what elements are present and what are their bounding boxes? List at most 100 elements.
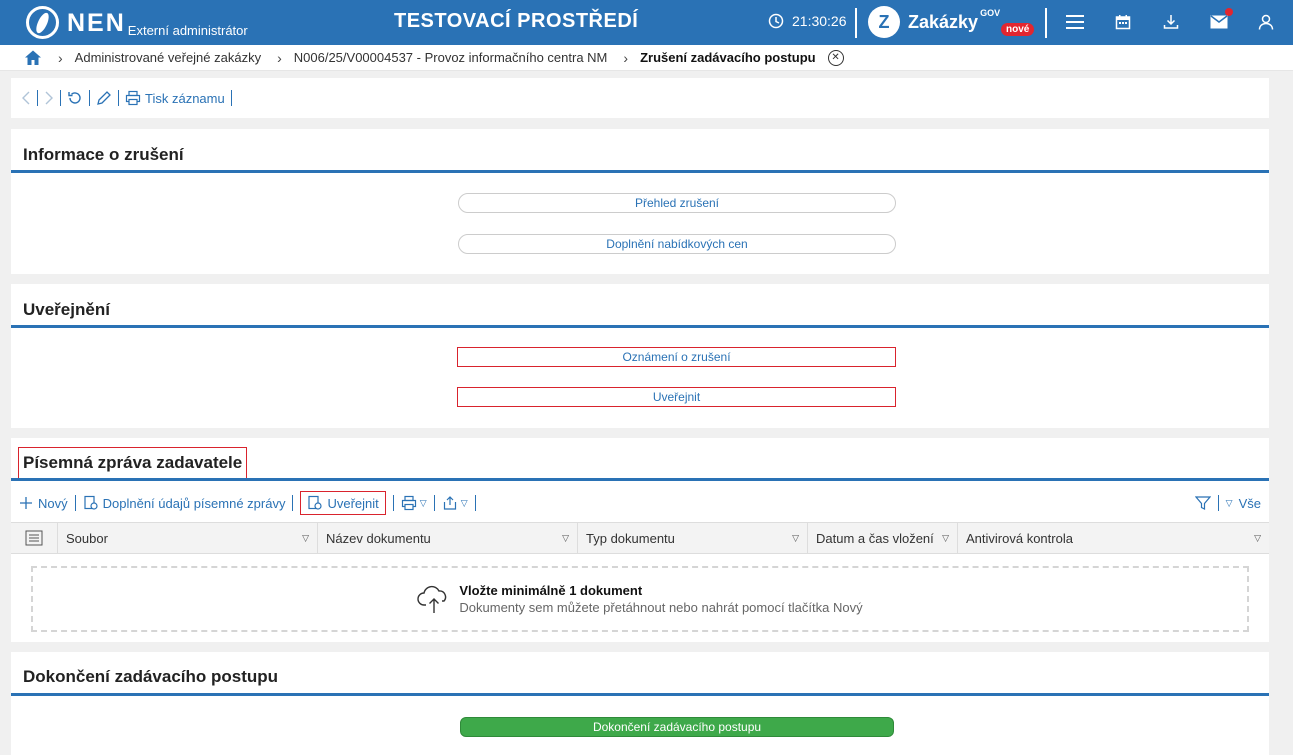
divider: [230, 90, 232, 106]
cancellation-notice-button[interactable]: Oznámení o zrušení: [457, 347, 896, 367]
print-menu-button[interactable]: ▽: [401, 495, 427, 511]
caret-down-icon: ▽: [419, 497, 427, 508]
section-rule: [11, 170, 1269, 173]
section-rule: [11, 478, 1269, 481]
section-title: Uveřejnění: [23, 300, 110, 319]
edit-icon[interactable]: [96, 90, 112, 106]
print-record-button[interactable]: Tisk záznamu: [125, 90, 225, 106]
section-title: Dokončení zadávacího postupu: [23, 667, 279, 686]
publish-report-button[interactable]: Uveřejnit: [300, 491, 386, 515]
drop-zone-subtitle: Dokumenty sem můžete přetáhnout nebo nah…: [459, 600, 863, 615]
divider: [474, 495, 476, 511]
new-document-button[interactable]: Nový: [19, 496, 68, 511]
column-header-document-type[interactable]: Typ dokumentu ▽: [578, 523, 808, 553]
user-role: Externí administrátor: [127, 23, 248, 38]
section-rule: [11, 325, 1269, 328]
filter-all-dropdown[interactable]: ▽ Vše: [1226, 496, 1261, 511]
column-header-document-name[interactable]: Název dokumentu ▽: [318, 523, 578, 553]
bid-prices-button[interactable]: Doplnění nabídkových cen: [458, 234, 896, 254]
column-header-file[interactable]: Soubor ▽: [58, 523, 318, 553]
document-drop-zone[interactable]: Vložte minimálně 1 dokument Dokumenty se…: [31, 566, 1249, 632]
divider: [392, 495, 394, 511]
fill-report-data-button[interactable]: Doplnění údajů písemné zprávy: [83, 495, 286, 511]
divider: [74, 495, 76, 511]
divider: [60, 90, 61, 106]
zakazky-logo-icon: Z: [868, 6, 900, 38]
chevron-right-icon: ›: [58, 49, 63, 66]
divider: [37, 90, 38, 106]
section-written-report: Písemná zpráva zadavatele Nový Doplnění …: [11, 438, 1269, 642]
document-gear-icon: [308, 495, 323, 510]
divider: [89, 90, 90, 106]
logo-text: NEN: [67, 8, 126, 37]
divider: [855, 8, 857, 38]
sort-icon[interactable]: ▽: [562, 533, 569, 544]
mail-icon[interactable]: [1209, 8, 1233, 32]
session-clock: 21:30:26: [768, 13, 847, 29]
drop-zone-title: Vložte minimálně 1 dokument: [459, 583, 643, 598]
divider: [292, 495, 294, 511]
documents-grid-header: Soubor ▽ Název dokumentu ▽ Typ dokumentu ▽ …: [11, 522, 1269, 554]
publish-button[interactable]: Uveřejnit: [457, 387, 896, 407]
sort-icon[interactable]: ▽: [302, 533, 309, 544]
zakazky-label: Zakázky GOV: [908, 7, 1001, 32]
document-gear-icon: [84, 495, 98, 510]
environment-title: TESTOVACÍ PROSTŘEDÍ: [394, 10, 639, 32]
column-header-datetime[interactable]: Datum a čas vložení ▽: [808, 523, 958, 553]
sort-icon[interactable]: ▽: [1254, 533, 1261, 544]
print-icon: [401, 495, 416, 511]
zakazky-gov: GOV: [980, 7, 1001, 18]
sort-icon[interactable]: ▽: [942, 533, 949, 544]
print-label: Tisk záznamu: [145, 90, 225, 106]
cancellation-overview-button[interactable]: Přehled zrušení: [458, 193, 896, 213]
clock-time: 21:30:26: [792, 13, 847, 29]
section-completion: Dokončení zadávacího postupu Dokončení z…: [11, 652, 1269, 755]
share-icon: [443, 496, 456, 510]
home-icon[interactable]: [24, 49, 42, 67]
grid-toolbar: Nový Doplnění údajů písemné zprávy Uveře…: [11, 490, 1269, 516]
column-header-antivirus[interactable]: Antivirová kontrola ▽: [958, 523, 1269, 553]
divider: [1217, 495, 1219, 511]
breadcrumb: › Administrované veřejné zakázky › N006/…: [0, 45, 1293, 71]
sort-icon[interactable]: ▽: [792, 533, 799, 544]
user-icon[interactable]: [1256, 12, 1276, 32]
back-icon[interactable]: [21, 91, 31, 105]
zakazky-link[interactable]: Z Zakázky GOV nové: [868, 6, 1035, 38]
new-label: Nový: [38, 495, 68, 511]
fill-report-label: Doplnění údajů písemné zprávy: [102, 495, 286, 511]
refresh-icon[interactable]: [67, 90, 83, 106]
cloud-upload-icon: [417, 585, 447, 613]
nen-logo[interactable]: NEN Externí administrátor: [26, 6, 248, 39]
top-bar: NEN Externí administrátor TESTOVACÍ PROS…: [0, 0, 1293, 45]
complete-procedure-button[interactable]: Dokončení zadávacího postupu: [460, 717, 894, 737]
breadcrumb-item-administered[interactable]: Administrované veřejné zakázky: [75, 50, 261, 65]
section-title: Informace o zrušení: [23, 145, 184, 164]
nen-logo-icon: [26, 6, 59, 39]
section-rule: [11, 693, 1269, 696]
new-badge: nové: [1001, 23, 1035, 36]
close-icon[interactable]: ✕: [827, 49, 844, 66]
drop-zone-text: Vložte minimálně 1 dokument Dokumenty se…: [459, 583, 862, 615]
download-icon[interactable]: [1161, 12, 1181, 32]
breadcrumb-item-current: Zrušení zadávacího postupu: [640, 50, 816, 65]
forward-icon[interactable]: [44, 91, 54, 105]
calendar-icon[interactable]: [1113, 12, 1133, 32]
plus-icon: [20, 497, 32, 509]
chevron-right-icon: ›: [623, 49, 629, 66]
menu-icon[interactable]: [1065, 12, 1085, 32]
clock-icon: [768, 13, 784, 29]
export-menu-button[interactable]: ▽: [442, 495, 468, 511]
column-settings-icon[interactable]: [11, 523, 58, 553]
record-toolbar: Tisk záznamu: [11, 78, 1269, 118]
section-publication: Uveřejnění Oznámení o zrušení Uveřejnit: [11, 284, 1269, 428]
filter-all-label: Vše: [1238, 495, 1261, 511]
divider: [1045, 8, 1047, 38]
caret-down-icon: ▽: [460, 497, 468, 508]
filter-icon[interactable]: [1194, 495, 1211, 511]
print-icon: [125, 90, 141, 106]
chevron-right-icon: ›: [277, 49, 282, 66]
divider: [118, 90, 119, 106]
caret-down-icon: ▽: [1225, 497, 1233, 508]
notification-dot: [1225, 8, 1233, 16]
breadcrumb-item-tender[interactable]: N006/25/V00004537 - Provoz informačního …: [294, 50, 608, 65]
